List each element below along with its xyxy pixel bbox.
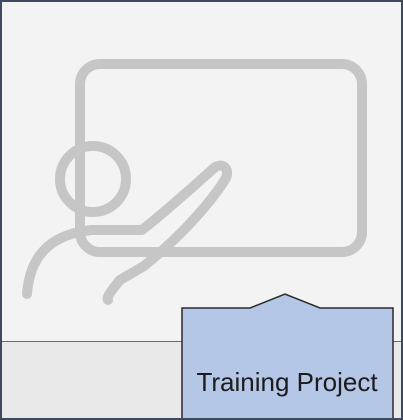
project-name-label: Training Project: [196, 367, 378, 397]
project-tile[interactable]: Training Project: [0, 0, 403, 420]
